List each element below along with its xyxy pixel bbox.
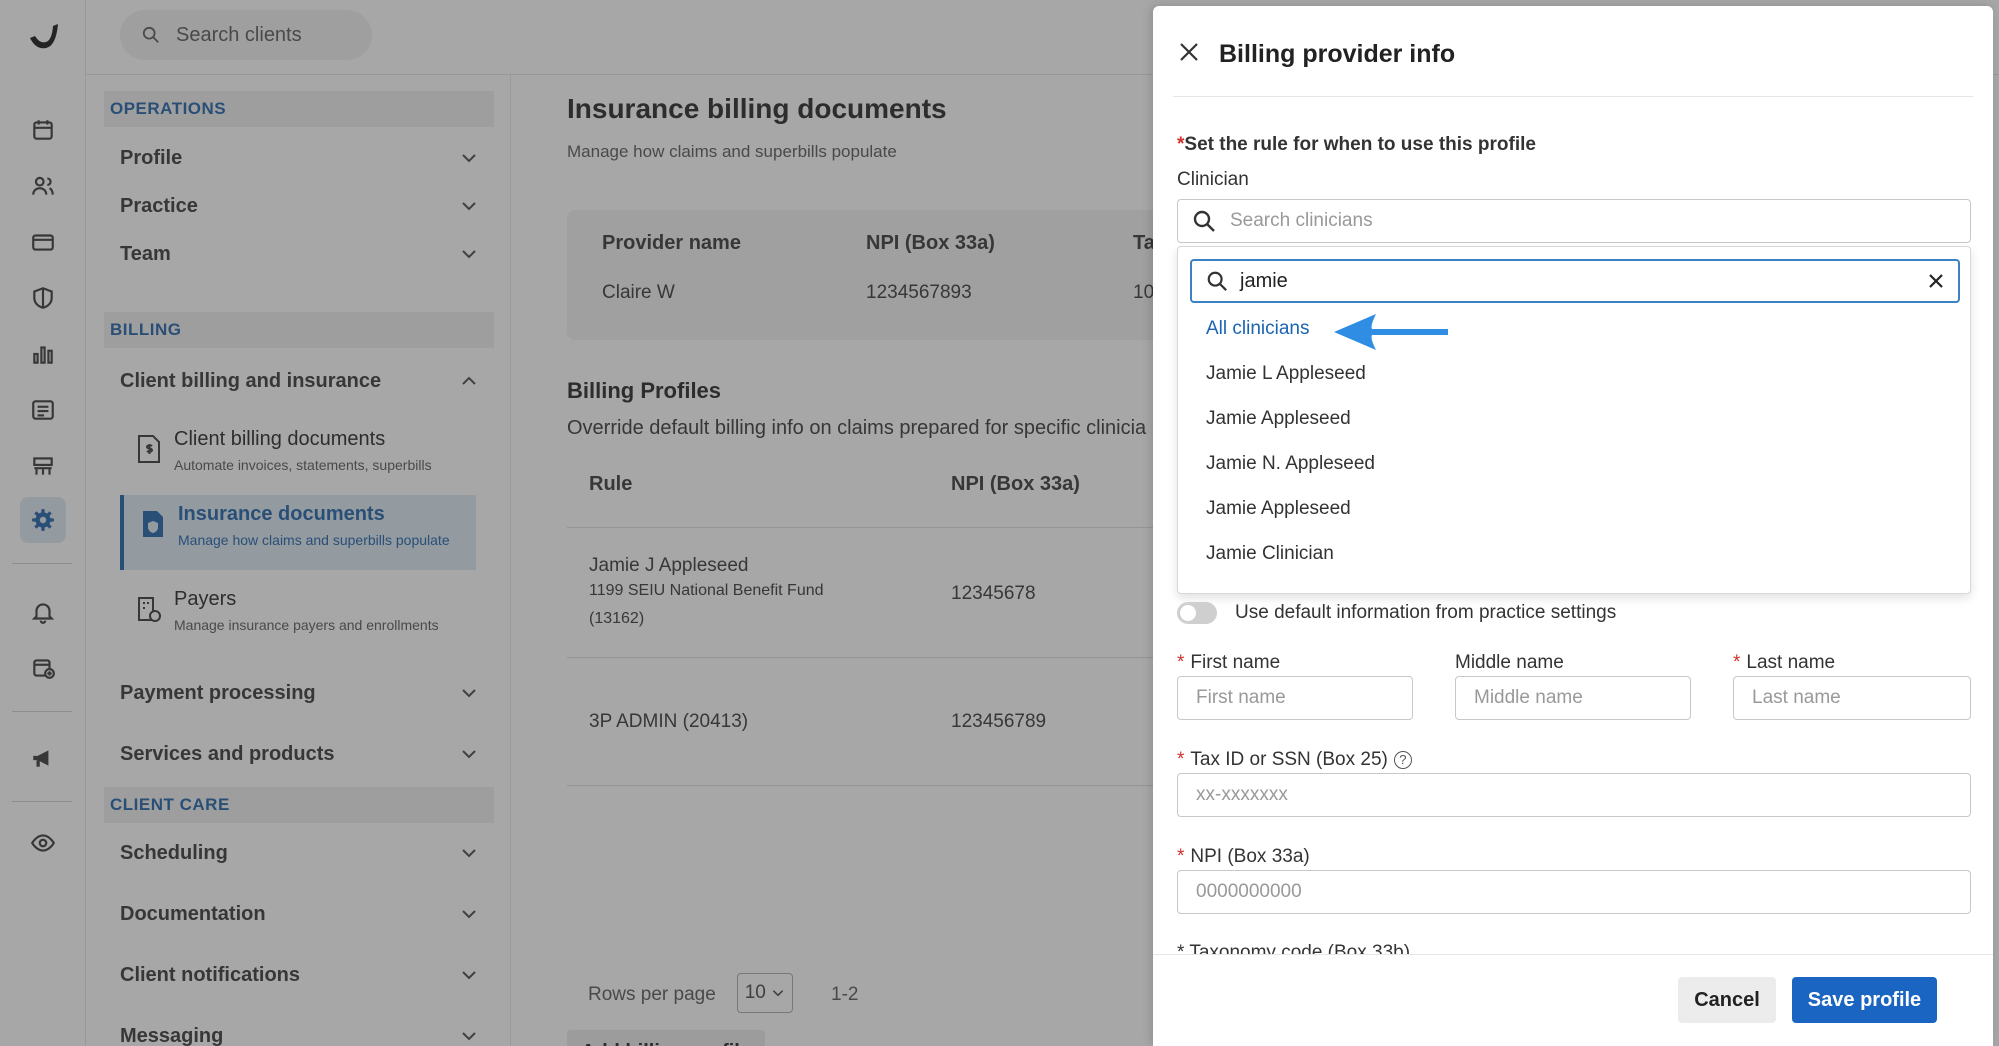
required-mark: *: [1177, 652, 1185, 673]
tax-id-input[interactable]: xx-xxxxxxx: [1177, 773, 1971, 817]
middle-name-label: Middle name: [1455, 652, 1564, 673]
default-info-toggle-row: Use default information from practice se…: [1177, 602, 1616, 624]
npi-input[interactable]: 0000000000: [1177, 870, 1971, 914]
dropdown-query: jamie: [1240, 269, 1288, 292]
taxonomy-label-text: * Taxonomy code (Box 33b): [1177, 944, 1777, 954]
clinician-label: Clinician: [1177, 169, 1249, 190]
clear-icon[interactable]: [1926, 271, 1946, 291]
panel-divider: [1173, 96, 1973, 97]
last-name-placeholder: Last name: [1752, 687, 1841, 708]
tax-id-placeholder: xx-xxxxxxx: [1196, 784, 1288, 805]
clinician-dropdown: jamie All clinicians Jamie L Appleseed J…: [1177, 246, 1971, 594]
taxonomy-label-partial: * Taxonomy code (Box 33b): [1177, 944, 1777, 954]
last-name-label: * Last name: [1733, 652, 1835, 674]
option-clinician[interactable]: Jamie Appleseed: [1206, 498, 1351, 520]
middle-name-input[interactable]: Middle name: [1455, 676, 1691, 720]
npi-placeholder: 0000000000: [1196, 881, 1302, 902]
first-name-input[interactable]: First name: [1177, 676, 1413, 720]
rule-label: *Set the rule for when to use this profi…: [1177, 134, 1536, 156]
last-name-label-text: Last name: [1746, 652, 1836, 673]
rule-label-text: Set the rule for when to use this profil…: [1184, 134, 1536, 155]
first-name-label-text: First name: [1190, 652, 1281, 673]
search-icon: [1193, 210, 1215, 232]
panel-title: Billing provider info: [1219, 40, 1456, 68]
option-clinician[interactable]: Jamie Clinician: [1206, 543, 1334, 565]
toggle-label: Use default information from practice se…: [1235, 602, 1617, 623]
first-name-label: * First name: [1177, 652, 1280, 674]
tax-id-label-text: Tax ID or SSN (Box 25): [1190, 749, 1388, 770]
npi-label: * NPI (Box 33a): [1177, 846, 1310, 868]
close-button[interactable]: [1173, 36, 1205, 68]
panel-footer: Cancel Save profile: [1153, 954, 1993, 1046]
required-mark: *: [1733, 652, 1741, 673]
option-clinician[interactable]: Jamie N. Appleseed: [1206, 453, 1375, 475]
clinician-search-placeholder: Search clinicians: [1230, 210, 1373, 231]
option-clinician[interactable]: Jamie Appleseed: [1206, 408, 1351, 430]
clinician-search-input[interactable]: Search clinicians: [1177, 199, 1971, 243]
npi-label-text: NPI (Box 33a): [1190, 846, 1310, 867]
cancel-button[interactable]: Cancel: [1678, 977, 1776, 1023]
required-mark: *: [1177, 846, 1185, 867]
first-name-placeholder: First name: [1196, 687, 1286, 708]
help-icon[interactable]: ?: [1393, 750, 1412, 769]
middle-name-placeholder: Middle name: [1474, 687, 1583, 708]
billing-provider-panel: Billing provider info *Set the rule for …: [1153, 6, 1993, 1046]
dropdown-search-input[interactable]: jamie: [1190, 259, 1960, 303]
last-name-input[interactable]: Last name: [1733, 676, 1971, 720]
annotation-arrow-icon: [1334, 314, 1448, 350]
search-icon: [1207, 271, 1227, 291]
required-mark: *: [1177, 749, 1185, 770]
save-profile-button[interactable]: Save profile: [1792, 977, 1937, 1023]
option-clinician[interactable]: Jamie L Appleseed: [1206, 363, 1366, 385]
default-info-toggle[interactable]: [1177, 602, 1217, 624]
option-all-clinicians[interactable]: All clinicians: [1206, 318, 1309, 340]
tax-id-label: * Tax ID or SSN (Box 25)?: [1177, 749, 1412, 771]
close-icon: [1180, 43, 1198, 61]
